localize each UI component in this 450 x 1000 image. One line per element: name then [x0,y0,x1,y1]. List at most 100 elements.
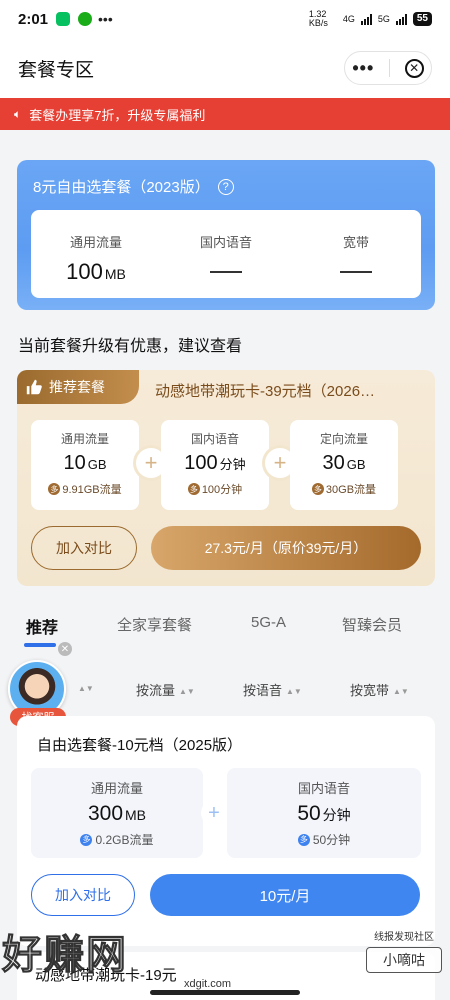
dots-icon: ••• [98,11,113,27]
filter-by-data[interactable]: 按流量 ▲▼ [136,680,195,699]
recommend-badge-label: 推荐套餐 [49,379,105,395]
recommend-voice-value: 100 分钟 [161,452,269,475]
home-indicator[interactable] [150,990,300,995]
plan-compare-button[interactable]: 加入对比 [31,874,135,916]
current-data-column: 通用流量 100 MB [31,210,161,298]
recommend-badge: 推荐套餐 [17,370,139,404]
plan-data-value: 300 MB [31,802,203,826]
battery-icon: 55 [412,12,432,26]
plan-data-number: 300 [87,802,124,825]
duo-icon: 多 [297,833,310,846]
recommend-voice-tag: 多 100分钟 [161,481,269,497]
watermark-right-box: 小嘀咕 [366,947,442,973]
recommend-title: 动感地带潮玩卡-39元档（2026… [155,383,376,400]
page-title: 套餐专区 [18,59,95,81]
tab-family[interactable]: 全家享套餐 [117,614,192,635]
plan-card[interactable]: 自由选套餐-10元档（2025版） 通用流量 300 MB 多 0.2GB流量 + … [17,716,435,946]
plan-title: 自由选套餐-10元档（2025版） [37,737,243,754]
tab-vip[interactable]: 智臻会员 [342,614,402,635]
recommend-buy-button[interactable]: 27.3元/月（原价39元/月） [151,526,421,570]
signal-icon-2 [395,13,407,25]
current-data-value: 100 MB [31,259,161,285]
recommend-directed-box: 定向流量 30 GB 多 30GB流量 [290,420,398,510]
upgrade-hint: 当前套餐升级有优惠，建议查看 [18,338,243,355]
recommend-data-tag-text: 9.91GB流量 [62,484,122,496]
plan-voice-value: 50 分钟 [227,802,421,826]
current-broadband-empty-dash [340,271,372,273]
watermark-left: 好赚网 [2,933,128,978]
recommend-data-unit: GB [87,457,107,472]
recommend-directed-tag-text: 30GB流量 [325,484,377,496]
filter-by-broadband-label: 按宽带 [350,683,390,698]
recommend-voice-unit: 分钟 [219,457,246,472]
recommend-directed-number: 30 [322,452,345,474]
plan-data-tag: 多 0.2GB流量 [31,831,203,848]
filter-by-broadband[interactable]: 按宽带 ▲▼ [350,680,409,699]
plan-data-unit: MB [125,807,147,823]
recommend-data-box: 通用流量 10 GB 多 9.91GB流量 [31,420,139,510]
sort-icon: ▲▼ [393,686,409,696]
close-button[interactable]: ✕ [404,58,424,78]
notice-text: 套餐办理享7折，升级专属福利 [29,107,206,123]
current-data-label: 通用流量 [69,235,122,250]
recommend-data-number: 10 [63,452,86,474]
sort-icon: ▲▼ [78,683,94,693]
recommended-plan-card[interactable]: 推荐套餐 动感地带潮玩卡-39元档（2026… 通用流量 10 GB 多 9.91G… [17,370,435,586]
current-data-number: 100 [66,259,103,284]
notice-bar[interactable]: 🔈︎ 套餐办理享7折，升级专属福利 [0,98,450,130]
sort-arrows-icon[interactable]: ▲▼ [74,680,94,695]
duo-icon: 多 [311,483,324,495]
help-icon[interactable]: ? [217,178,234,195]
plan-voice-label: 国内语音 [297,781,350,796]
recommend-voice-tag-text: 100分钟 [201,484,243,496]
status-time: 2:01 [18,10,49,28]
watermark-right: 线报发现社区 小嘀咕 [366,928,442,973]
duo-icon: 多 [80,833,93,846]
current-plan-details: 通用流量 100 MB 国内语音 宽带 [31,210,421,298]
recommend-data-label: 通用流量 [60,432,109,446]
plan-buy-button[interactable]: 10元/月 [150,874,420,916]
recommend-compare-button[interactable]: 加入对比 [31,526,137,570]
more-button[interactable]: ••• [352,59,374,77]
sort-icon: ▲▼ [179,686,195,696]
current-plan-title: 8元自由选套餐（2023版） [33,179,210,196]
current-voice-label: 国内语音 [199,235,252,250]
recommend-directed-value: 30 GB [290,452,398,475]
watermark-right-small: 线报发现社区 [374,932,434,943]
service-close-icon[interactable]: ✕ [58,642,72,656]
current-voice-column: 国内语音 [161,210,291,298]
current-voice-empty-dash [210,271,242,273]
chat-icon [78,12,93,26]
recommend-voice-label: 国内语音 [190,432,239,446]
thumbs-up-icon [26,379,42,395]
current-broadband-column: 宽带 [291,210,421,298]
plan-voice-tag: 多 50分钟 [227,831,421,848]
tab-active-indicator [24,643,56,647]
tab-5ga[interactable]: 5G-A [251,614,286,631]
current-data-unit: MB [104,266,126,282]
plan-voice-number: 50 [297,802,321,825]
speaker-icon: 🔈︎ [14,106,22,121]
close-icon: ✕ [409,61,420,75]
plan-data-label: 通用流量 [90,781,143,796]
wechat-icon [56,12,71,26]
net-speed: 1.32 KB/s [308,9,328,28]
tab-recommend[interactable]: 推荐 [26,614,58,638]
sort-icon: ▲▼ [286,686,302,696]
filter-by-voice[interactable]: 按语音 ▲▼ [243,680,302,699]
recommend-directed-tag: 多 30GB流量 [290,481,398,497]
status-bar: 2:01 ••• 1.32 KB/s 4G 5G 55 [0,0,450,38]
plan-voice-box: 国内语音 50 分钟 多 50分钟 [227,768,421,858]
current-broadband-label: 宽带 [342,235,369,250]
plan-data-box: 通用流量 300 MB 多 0.2GB流量 [31,768,203,858]
filter-by-data-label: 按流量 [136,683,176,698]
capsule-divider [388,59,390,77]
recommend-directed-unit: GB [346,457,366,472]
recommend-directed-label: 定向流量 [319,432,368,446]
current-plan-title-row: 8元自由选套餐（2023版） ? [33,176,234,197]
recommend-voice-number: 100 [184,452,218,474]
recommend-voice-box: 国内语音 100 分钟 多 100分钟 [161,420,269,510]
duo-icon: 多 [48,483,61,495]
recommend-data-tag: 多 9.91GB流量 [31,481,139,497]
mini-program-capsule: ••• ✕ [344,51,432,85]
